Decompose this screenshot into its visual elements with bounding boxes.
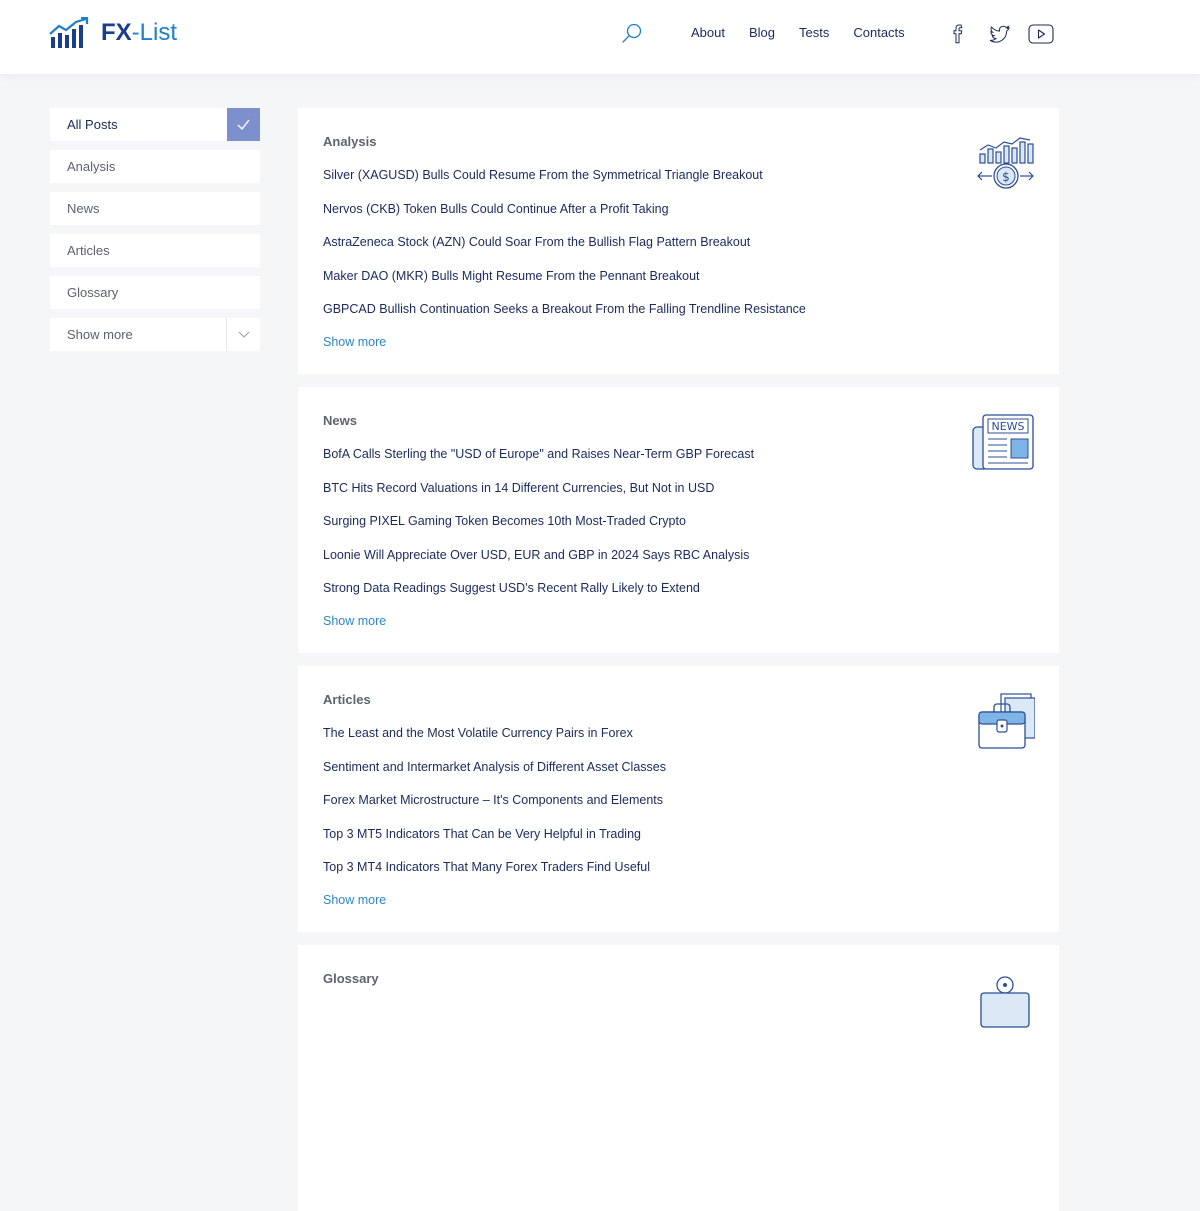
section-card-articles: Articles The Least and the Most Volatile…	[298, 666, 1059, 932]
nav-tests[interactable]: Tests	[799, 25, 829, 41]
logo-text: FX-List	[101, 19, 177, 47]
sidebar-item-label: News	[67, 201, 100, 216]
main-nav: About Blog Tests Contacts	[691, 25, 905, 41]
post-link[interactable]: Surging PIXEL Gaming Token Becomes 10th …	[323, 513, 754, 547]
site-header: FX-List About Blog Tests Contacts	[0, 0, 1200, 74]
svg-text:$: $	[1002, 170, 1010, 184]
sidebar-show-more[interactable]: Show more	[50, 318, 260, 351]
search-icon[interactable]	[620, 22, 644, 46]
post-link[interactable]: Top 3 MT5 Indicators That Can be Very He…	[323, 826, 666, 860]
post-link[interactable]: Maker DAO (MKR) Bulls Might Resume From …	[323, 268, 806, 302]
post-link[interactable]: The Least and the Most Volatile Currency…	[323, 725, 666, 759]
show-more-link[interactable]: Show more	[323, 893, 386, 907]
logo-list: -List	[131, 19, 178, 46]
sidebar-item-label: Glossary	[67, 285, 119, 300]
sidebar-item-analysis[interactable]: Analysis	[50, 150, 260, 183]
facebook-icon[interactable]	[946, 22, 972, 46]
post-link[interactable]: Forex Market Microstructure – It's Compo…	[323, 792, 666, 826]
sidebar-item-glossary[interactable]: Glossary	[50, 276, 260, 309]
show-more-link[interactable]: Show more	[323, 614, 386, 628]
glossary-icon	[980, 976, 1030, 1028]
post-link[interactable]: GBPCAD Bullish Continuation Seeks a Brea…	[323, 301, 806, 335]
post-list: The Least and the Most Volatile Currency…	[323, 725, 666, 893]
sidebar-item-news[interactable]: News	[50, 192, 260, 225]
briefcase-documents-icon	[978, 693, 1035, 749]
post-link[interactable]: Nervos (CKB) Token Bulls Could Continue …	[323, 201, 806, 235]
logo-chart-icon	[49, 17, 89, 48]
sidebar-item-label: Articles	[67, 243, 110, 258]
section-card-glossary: Glossary	[298, 945, 1059, 1211]
post-list: BofA Calls Sterling the "USD of Europe" …	[323, 446, 754, 614]
section-title: Glossary	[323, 971, 379, 986]
chevron-down-icon	[226, 318, 260, 351]
section-title: Articles	[323, 692, 371, 707]
post-link[interactable]: BofA Calls Sterling the "USD of Europe" …	[323, 446, 754, 480]
section-title: News	[323, 413, 357, 428]
sidebar-item-label: Show more	[67, 327, 133, 342]
post-list: Silver (XAGUSD) Bulls Could Resume From …	[323, 167, 806, 335]
sidebar-item-all-posts[interactable]: All Posts	[50, 108, 260, 141]
section-card-analysis: Analysis Silver (XAGUSD) Bulls Could Res…	[298, 108, 1059, 374]
site-logo[interactable]: FX-List	[49, 17, 177, 49]
nav-blog[interactable]: Blog	[749, 25, 775, 41]
analysis-chart-icon: $	[977, 137, 1034, 189]
youtube-icon[interactable]	[1028, 22, 1054, 46]
post-link[interactable]: BTC Hits Record Valuations in 14 Differe…	[323, 480, 754, 514]
post-link[interactable]: Silver (XAGUSD) Bulls Could Resume From …	[323, 167, 806, 201]
sidebar-item-articles[interactable]: Articles	[50, 234, 260, 267]
newspaper-icon: NEWS	[972, 414, 1034, 470]
checkmark-icon	[227, 108, 260, 141]
nav-contacts[interactable]: Contacts	[853, 25, 904, 41]
section-title: Analysis	[323, 134, 377, 149]
post-link[interactable]: Sentiment and Intermarket Analysis of Di…	[323, 759, 666, 793]
post-link[interactable]: Strong Data Readings Suggest USD's Recen…	[323, 580, 754, 614]
section-card-news: News BofA Calls Sterling the "USD of Eur…	[298, 387, 1059, 653]
sidebar-item-label: Analysis	[67, 159, 116, 174]
post-link[interactable]: Top 3 MT4 Indicators That Many Forex Tra…	[323, 859, 666, 893]
twitter-icon[interactable]	[987, 22, 1013, 46]
post-link[interactable]: AstraZeneca Stock (AZN) Could Soar From …	[323, 234, 806, 268]
logo-fx: FX	[101, 19, 132, 46]
nav-about[interactable]: About	[691, 25, 725, 41]
sidebar-item-label: All Posts	[67, 117, 118, 132]
newspaper-label: NEWS	[991, 420, 1024, 433]
show-more-link[interactable]: Show more	[323, 335, 386, 349]
post-link[interactable]: Loonie Will Appreciate Over USD, EUR and…	[323, 547, 754, 581]
category-sidebar: All Posts Analysis News Articles Glossar…	[50, 108, 260, 360]
